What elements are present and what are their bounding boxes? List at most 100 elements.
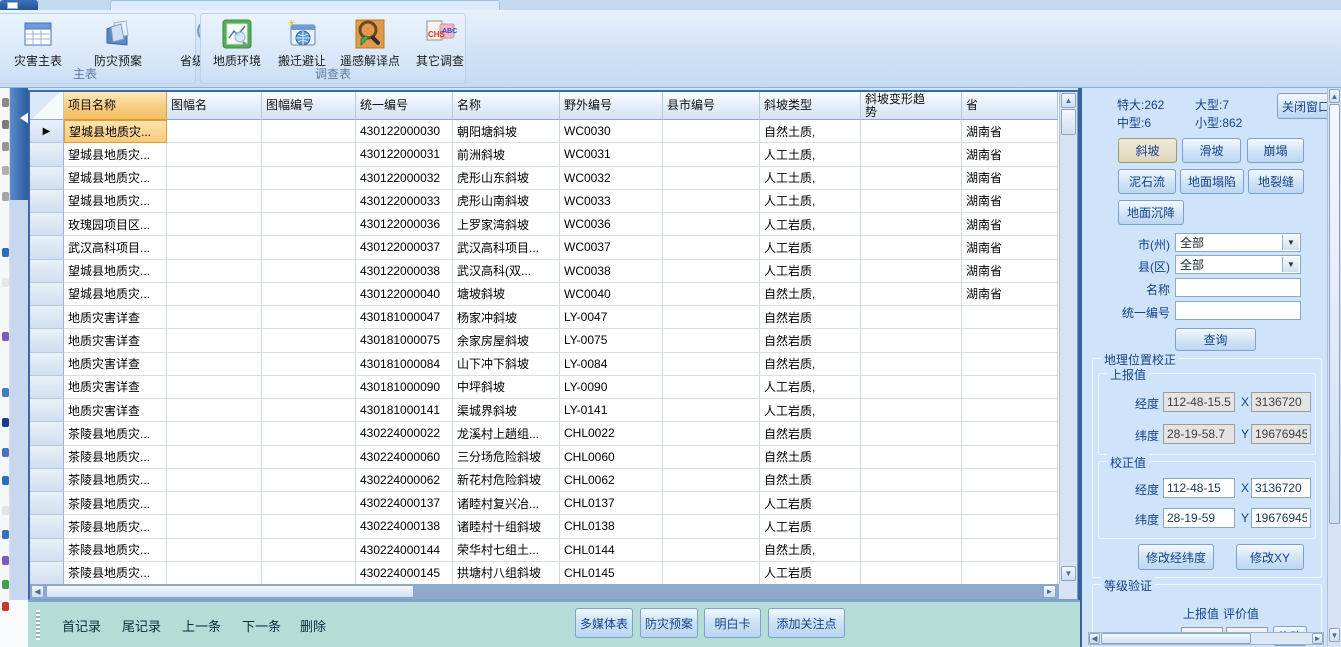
table-cell[interactable]: LY-0075 <box>560 329 663 352</box>
table-cell[interactable]: LY-0090 <box>560 376 663 399</box>
table-row[interactable]: 茶陵县地质灾...430224000144荣华村七组土...CHL0144自然土… <box>30 539 1058 562</box>
table-row[interactable]: 地质灾害详查430181000084山下冲下斜坡LY-0084自然岩质, <box>30 353 1058 376</box>
table-row[interactable]: 望城县地质灾...430122000040塘坡斜坡WC0040自然土质,湖南省 <box>30 283 1058 306</box>
table-cell[interactable]: 望城县地质灾... <box>64 260 167 283</box>
table-cell[interactable]: WC0036 <box>560 213 663 236</box>
app-menu-tab[interactable] <box>0 0 38 10</box>
table-cell[interactable]: CHL0062 <box>560 469 663 492</box>
table-cell[interactable] <box>663 329 760 352</box>
table-cell[interactable]: 430122000037 <box>356 236 453 259</box>
table-cell[interactable]: 430181000090 <box>356 376 453 399</box>
table-cell[interactable]: 湖南省 <box>962 143 1058 166</box>
table-cell[interactable] <box>262 143 356 166</box>
table-cell[interactable] <box>167 143 262 166</box>
table-cell[interactable] <box>962 306 1058 329</box>
table-cell[interactable] <box>167 213 262 236</box>
table-cell[interactable] <box>167 260 262 283</box>
table-cell[interactable] <box>962 376 1058 399</box>
table-cell[interactable]: 人工岩质, <box>760 399 861 422</box>
table-cell[interactable]: 人工岩质, <box>760 213 861 236</box>
column-header[interactable]: 县市编号 <box>663 92 760 120</box>
table-row[interactable]: 武汉高科项目...430122000037武汉高科项目...WC0037人工岩质… <box>30 236 1058 259</box>
table-cell[interactable] <box>262 353 356 376</box>
table-cell[interactable]: 430224000060 <box>356 446 453 469</box>
table-cell[interactable]: 杨家冲斜坡 <box>453 306 560 329</box>
table-cell[interactable] <box>167 190 262 213</box>
row-selector[interactable] <box>30 376 64 399</box>
table-cell[interactable]: 上罗家湾斜坡 <box>453 213 560 236</box>
panel-vertical-scrollbar[interactable]: ▲ ▼ <box>1327 88 1341 647</box>
table-cell[interactable] <box>861 492 962 515</box>
table-cell[interactable]: 武汉高科项目... <box>453 236 560 259</box>
table-cell[interactable]: 地质灾害详查 <box>64 329 167 352</box>
county-dropdown[interactable]: 全部 ▼ <box>1175 255 1301 274</box>
table-cell[interactable] <box>167 539 262 562</box>
table-cell[interactable]: 望城县地质灾... <box>64 167 167 190</box>
table-cell[interactable]: 新花村危险斜坡 <box>453 469 560 492</box>
scroll-right-button[interactable]: ► <box>1043 585 1056 598</box>
chevron-down-icon[interactable]: ▼ <box>1282 257 1299 272</box>
table-cell[interactable]: 塘坡斜坡 <box>453 283 560 306</box>
table-cell[interactable] <box>663 353 760 376</box>
table-cell[interactable] <box>663 376 760 399</box>
toolbar-grip[interactable] <box>36 610 40 640</box>
table-cell[interactable]: 自然岩质, <box>760 353 861 376</box>
table-cell[interactable]: 玫瑰园项目区... <box>64 213 167 236</box>
table-cell[interactable]: 430122000036 <box>356 213 453 236</box>
table-cell[interactable] <box>663 399 760 422</box>
table-cell[interactable]: 430122000032 <box>356 167 453 190</box>
table-cell[interactable] <box>262 306 356 329</box>
table-cell[interactable] <box>167 353 262 376</box>
table-cell[interactable]: 朝阳塘斜坡 <box>453 120 560 143</box>
table-cell[interactable]: 三分场危险斜坡 <box>453 446 560 469</box>
table-cell[interactable] <box>663 143 760 166</box>
uid-input[interactable] <box>1175 301 1301 320</box>
table-cell[interactable] <box>861 562 962 585</box>
grid-horizontal-scrollbar[interactable]: ◀ ► <box>30 584 1077 599</box>
column-header[interactable]: 斜坡类型 <box>760 92 861 120</box>
table-cell[interactable]: 望城县地质灾... <box>64 283 167 306</box>
table-row[interactable]: 望城县地质灾...430122000038武汉高科(双...WC0038人工岩质… <box>30 260 1058 283</box>
geological-environment-button[interactable]: 地质环境 <box>202 17 272 70</box>
table-cell[interactable] <box>262 515 356 538</box>
scroll-left-button[interactable]: ◀ <box>1089 633 1100 644</box>
table-cell[interactable] <box>663 469 760 492</box>
table-row[interactable]: 茶陵县地质灾...430224000145拱塘村八组斜坡CHL0145人工岩质 <box>30 562 1058 585</box>
table-cell[interactable]: 430122000033 <box>356 190 453 213</box>
table-cell[interactable] <box>861 469 962 492</box>
scroll-thumb[interactable] <box>1329 104 1340 524</box>
table-cell[interactable] <box>663 306 760 329</box>
table-cell[interactable] <box>962 399 1058 422</box>
column-header[interactable]: 项目名称 <box>64 92 167 120</box>
table-cell[interactable] <box>861 260 962 283</box>
table-cell[interactable]: 望城县地质灾... <box>64 120 167 143</box>
table-row[interactable]: 望城县地质灾...430122000032虎形山东斜坡WC0032人工土质,湖南… <box>30 167 1058 190</box>
table-cell[interactable]: 人工岩质, <box>760 376 861 399</box>
row-selector[interactable]: ▶ <box>30 120 64 143</box>
table-cell[interactable]: 自然土质 <box>760 446 861 469</box>
table-cell[interactable] <box>262 329 356 352</box>
table-cell[interactable]: 诸睦村复兴冶... <box>453 492 560 515</box>
remote-sensing-points-button[interactable]: 遥感解译点 <box>331 17 409 70</box>
table-row[interactable]: 望城县地质灾...430122000031前洲斜坡WC0031人工土质,湖南省 <box>30 143 1058 166</box>
table-cell[interactable]: 余家房屋斜坡 <box>453 329 560 352</box>
table-cell[interactable]: CHL0144 <box>560 539 663 562</box>
table-cell[interactable] <box>663 120 760 143</box>
scroll-thumb[interactable] <box>1061 109 1076 135</box>
corrected-y-input[interactable] <box>1251 508 1311 528</box>
modify-xy-button[interactable]: 修改XY <box>1236 544 1304 570</box>
table-row[interactable]: 茶陵县地质灾...430224000022龙溪村上趟组...CHL0022自然岩… <box>30 422 1058 445</box>
row-selector[interactable] <box>30 329 64 352</box>
table-cell[interactable]: 拱塘村八组斜坡 <box>453 562 560 585</box>
table-cell[interactable] <box>262 399 356 422</box>
table-cell[interactable] <box>962 469 1058 492</box>
table-cell[interactable] <box>861 120 962 143</box>
table-cell[interactable]: 茶陵县地质灾... <box>64 492 167 515</box>
table-cell[interactable] <box>262 446 356 469</box>
table-cell[interactable] <box>663 446 760 469</box>
disaster-main-table-button[interactable]: 灾害主表 <box>3 17 73 70</box>
table-cell[interactable] <box>962 422 1058 445</box>
table-cell[interactable]: 430122000038 <box>356 260 453 283</box>
table-cell[interactable] <box>861 190 962 213</box>
table-cell[interactable]: 茶陵县地质灾... <box>64 446 167 469</box>
